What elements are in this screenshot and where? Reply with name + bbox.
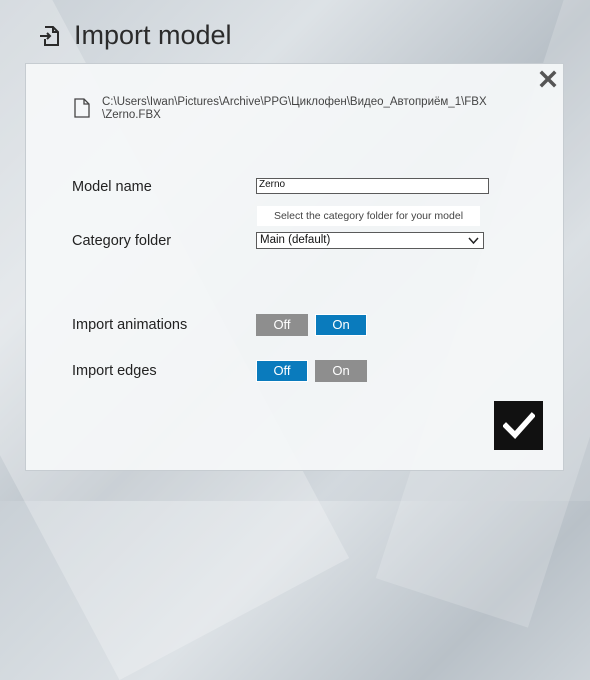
import-dialog: C:\Users\Iwan\Pictures\Archive\PPG\Цикло… (25, 63, 564, 471)
page-title: Import model (74, 20, 232, 50)
category-folder-label: Category folder (72, 233, 172, 249)
model-name-label: Model name (72, 179, 152, 195)
page-header: Import model (38, 20, 232, 51)
checkmark-icon (502, 411, 535, 439)
file-info: C:\Users\Iwan\Pictures\Archive\PPG\Цикло… (74, 96, 522, 122)
import-animations-label: Import animations (72, 317, 188, 333)
chevron-down-icon (468, 237, 479, 245)
import-animations-off-button[interactable]: Off (256, 314, 308, 336)
close-icon[interactable] (539, 70, 557, 88)
confirm-button[interactable] (494, 401, 543, 450)
category-folder-select[interactable]: Main (default) (256, 232, 484, 249)
import-file-icon (40, 25, 59, 46)
import-edges-label: Import edges (72, 363, 157, 379)
file-icon (74, 98, 90, 118)
category-folder-value: Main (default) (260, 234, 331, 246)
category-hint: Select the category folder for your mode… (257, 206, 480, 226)
model-name-input[interactable]: Zerno (256, 178, 489, 194)
file-path: C:\Users\Iwan\Pictures\Archive\PPG\Цикло… (102, 96, 487, 121)
import-edges-on-button[interactable]: On (315, 360, 367, 382)
import-animations-on-button[interactable]: On (315, 314, 367, 336)
import-edges-off-button[interactable]: Off (256, 360, 308, 382)
